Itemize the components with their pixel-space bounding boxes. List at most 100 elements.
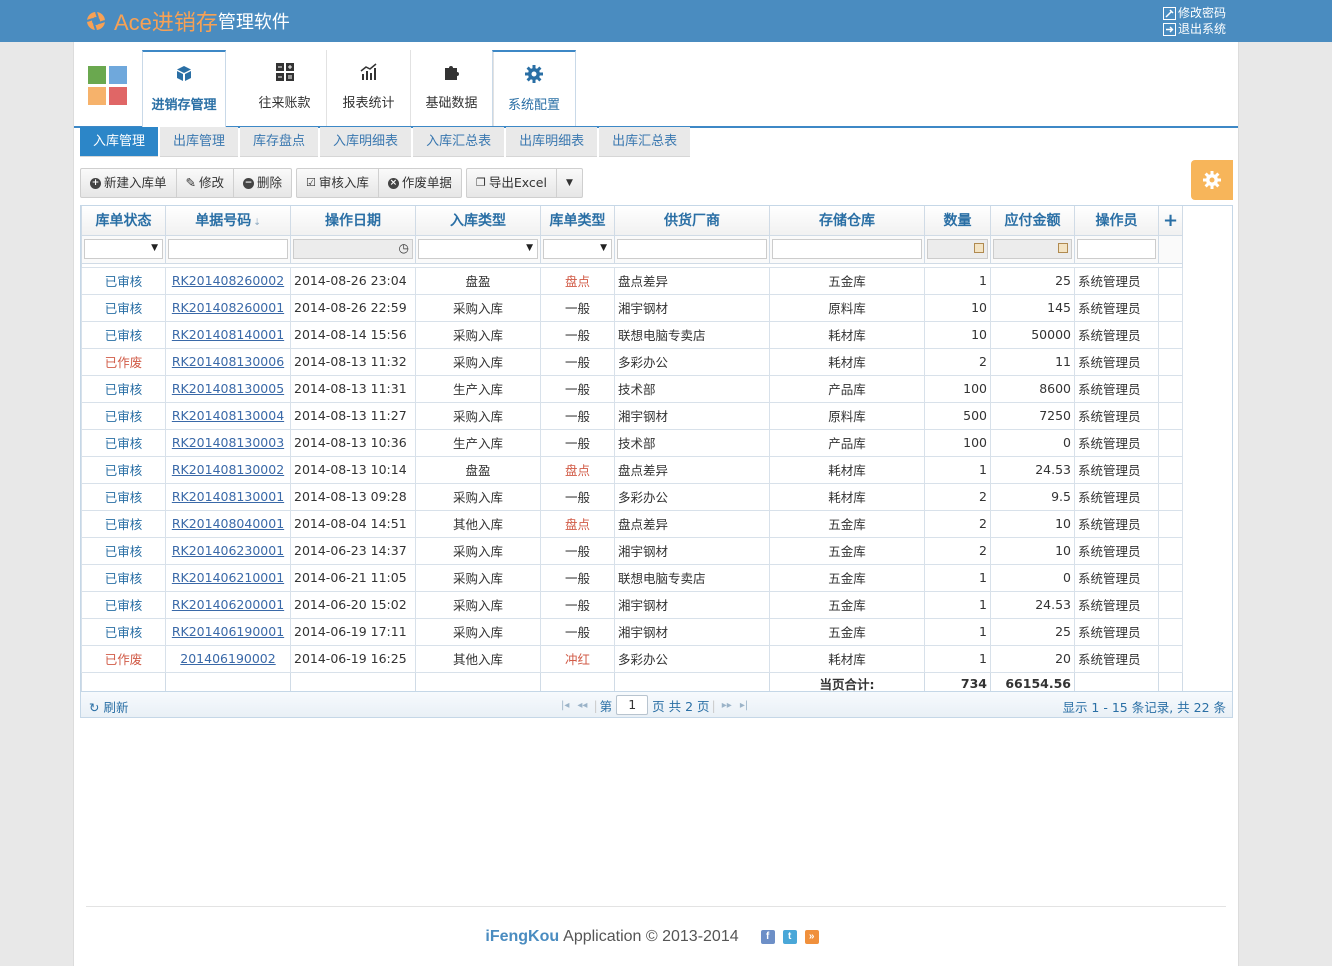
doc-number-link[interactable]: 201406190002	[180, 651, 275, 666]
row-warehouse: 产品库	[769, 374, 925, 403]
column-header-amount[interactable]: 应付金额	[990, 206, 1075, 236]
table-row[interactable]: 已审核 RK201408130003 2014-08-13 10:36 生产入库 一般技…	[81, 428, 1183, 457]
new-receipt-button[interactable]: + 新建入库单	[81, 169, 177, 197]
doc-number-link[interactable]: RK201408260002	[172, 273, 284, 288]
table-row[interactable]: 已审核 RK201406230001 2014-06-23 14:37 采购入库 一般湘…	[81, 536, 1183, 565]
doc-number-link[interactable]: RK201408140001	[172, 327, 284, 342]
prev-page-icon[interactable]: ◂◂	[577, 700, 587, 711]
first-page-icon[interactable]: |◂	[561, 700, 569, 711]
subtab-in-detail[interactable]: 入库明细表	[320, 127, 412, 157]
row-amount: 25	[990, 266, 1075, 295]
row-in-type: 盘盈	[415, 266, 541, 295]
doc-number-link[interactable]: RK201408040001	[172, 516, 284, 531]
row-warehouse: 原料库	[769, 293, 925, 322]
column-header-status[interactable]: 库单状态	[81, 206, 166, 236]
export-excel-button[interactable]: ❐ 导出Excel	[467, 169, 557, 197]
operator-filter-input[interactable]	[1077, 239, 1156, 259]
doc-number-link[interactable]: RK201408130002	[172, 462, 284, 477]
doc-number-link[interactable]: RK201406200001	[172, 597, 284, 612]
doc-number-link[interactable]: RK201406210001	[172, 570, 284, 585]
doc-number-link[interactable]: RK201408260001	[172, 300, 284, 315]
last-page-icon[interactable]: ▸|	[740, 700, 748, 711]
subtab-out-detail[interactable]: 出库明细表	[506, 127, 598, 157]
ribbon-tab-inventory[interactable]: 进销存管理	[142, 50, 226, 128]
ribbon-tab-reports[interactable]: 报表统计	[327, 50, 411, 126]
settings-gear-button[interactable]	[1191, 160, 1233, 200]
app-brand[interactable]: Ace进销存 管理软件	[86, 7, 290, 35]
table-row[interactable]: 已审核 RK201408130001 2014-08-13 09:28 采购入库 一般多…	[81, 482, 1183, 511]
twitter-icon[interactable]: t	[782, 930, 797, 944]
date-filter-input[interactable]: ◷	[293, 239, 413, 259]
doc-number-link[interactable]: RK201408130005	[172, 381, 284, 396]
app-tiles-logo[interactable]	[88, 66, 128, 106]
row-operator: 系统管理员	[1074, 347, 1159, 376]
row-doc-no: RK201408130004	[165, 401, 291, 430]
table-row[interactable]: 已作废 201406190002 2014-06-19 16:25 其他入库 冲红 多彩办…	[81, 644, 1183, 673]
subtab-out-summary[interactable]: 出库汇总表	[599, 127, 691, 157]
in-type-filter-select[interactable]	[418, 239, 538, 259]
approve-button[interactable]: ☑ 审核入库	[297, 169, 379, 197]
column-header-operator[interactable]: 操作员	[1074, 206, 1159, 236]
table-row[interactable]: 已审核 RK201408260001 2014-08-26 22:59 采购入库 一般湘…	[81, 293, 1183, 322]
edit-button[interactable]: ✎ 修改	[177, 169, 235, 197]
subtab-in-summary[interactable]: 入库汇总表	[413, 127, 505, 157]
column-header-date[interactable]: 操作日期	[290, 206, 416, 236]
status-filter-select[interactable]	[84, 239, 163, 259]
doc-number-link[interactable]: RK201408130004	[172, 408, 284, 423]
row-doc-no: RK201408260002	[165, 266, 291, 295]
table-row[interactable]: 已作废 RK201408130006 2014-08-13 11:32 采购入库 一般多…	[81, 347, 1183, 376]
refresh-button[interactable]: ↻ 刷新	[89, 697, 128, 716]
row-warehouse: 原料库	[769, 401, 925, 430]
doc-number-link[interactable]: RK201408130003	[172, 435, 284, 450]
column-header-doc-type[interactable]: 库单类型	[540, 206, 615, 236]
rss-icon[interactable]: »	[804, 930, 819, 944]
next-page-icon[interactable]: ▸▸	[722, 700, 732, 711]
ribbon-tab-basic-data[interactable]: 基础数据	[410, 50, 494, 126]
amount-filter-input[interactable]	[993, 239, 1072, 259]
table-row[interactable]: 已审核 RK201408130005 2014-08-13 11:31 生产入库 一般技…	[81, 374, 1183, 403]
table-row[interactable]: 已审核 RK201406200001 2014-06-20 15:02 采购入库 一般湘…	[81, 590, 1183, 619]
row-doc-type: 一般	[540, 401, 615, 430]
table-row[interactable]: 已审核 RK201406210001 2014-06-21 11:05 采购入库 一般联…	[81, 563, 1183, 592]
row-in-type: 盘盈	[415, 455, 541, 484]
doc-number-link[interactable]: RK201406190001	[172, 624, 284, 639]
doc-number-link[interactable]: RK201406230001	[172, 543, 284, 558]
logout-link[interactable]: 退出系统	[1162, 21, 1226, 37]
delete-button[interactable]: − 删除	[234, 169, 291, 197]
row-supplier: 湘宇钢材	[614, 293, 770, 322]
facebook-icon[interactable]: f	[760, 930, 775, 944]
table-row[interactable]: 已审核 RK201408130002 2014-08-13 10:14 盘盈 盘点 盘点差…	[81, 455, 1183, 484]
subtab-stocktake[interactable]: 库存盘点	[240, 127, 319, 157]
table-row[interactable]: 已审核 RK201406190001 2014-06-19 17:11 采购入库 一般湘…	[81, 617, 1183, 646]
sort-icon: ⇣	[253, 218, 261, 229]
change-password-link[interactable]: 修改密码	[1162, 5, 1226, 21]
column-header-doc-no[interactable]: 单据号码 ⇣	[165, 206, 291, 236]
doc-number-link[interactable]: RK201408130001	[172, 489, 284, 504]
page-number-input[interactable]: 1	[616, 695, 649, 715]
subtab-stock-out[interactable]: 出库管理	[160, 127, 239, 157]
ribbon-tab-settings[interactable]: 系统配置	[492, 50, 576, 126]
row-in-type: 采购入库	[415, 536, 541, 565]
table-row[interactable]: 已审核 RK201408140001 2014-08-14 15:56 采购入库 一般联…	[81, 320, 1183, 349]
column-header-qty[interactable]: 数量	[924, 206, 991, 236]
column-header-in-type[interactable]: 入库类型	[415, 206, 541, 236]
qty-filter-input[interactable]	[927, 239, 988, 259]
table-row[interactable]: 已审核 RK201408130004 2014-08-13 11:27 采购入库 一般湘…	[81, 401, 1183, 430]
export-dropdown-button[interactable]: ▼	[557, 169, 582, 197]
row-doc-type: 一般	[540, 347, 615, 376]
doc-number-link[interactable]: RK201408130006	[172, 354, 284, 369]
doc-type-filter-select[interactable]	[543, 239, 612, 259]
warehouse-filter-input[interactable]	[772, 239, 922, 259]
doc-no-filter-input[interactable]	[168, 239, 288, 259]
supplier-filter-input[interactable]	[617, 239, 767, 259]
add-column-button[interactable]: +	[1158, 206, 1183, 236]
ribbon-tab-accounts[interactable]: 往来账款	[243, 50, 327, 126]
void-button[interactable]: × 作废单据	[379, 169, 461, 197]
table-row[interactable]: 已审核 RK201408040001 2014-08-04 14:51 其他入库 盘点盘…	[81, 509, 1183, 538]
logout-icon	[1162, 22, 1176, 36]
table-row[interactable]: 已审核 RK201408260002 2014-08-26 23:04 盘盈 盘点 盘点差…	[81, 266, 1183, 295]
subtab-stock-in[interactable]: 入库管理	[80, 127, 159, 157]
change-password-label: 修改密码	[1177, 6, 1226, 20]
column-header-supplier[interactable]: 供货厂商	[614, 206, 770, 236]
column-header-warehouse[interactable]: 存储仓库	[769, 206, 925, 236]
